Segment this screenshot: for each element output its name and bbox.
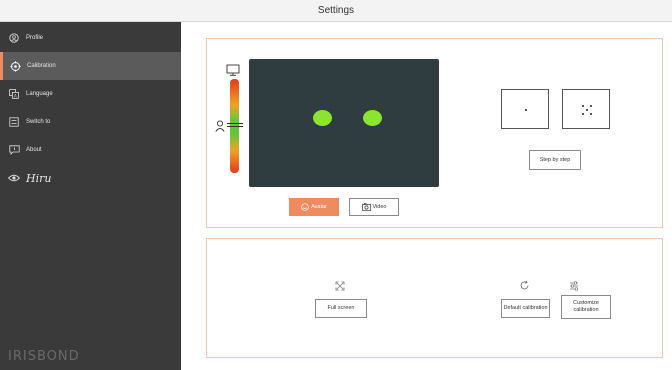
eye-icon [8,172,20,184]
avatar-label: Avatar [311,203,327,210]
sidebar-item-switch-to[interactable]: Switch to [0,108,181,136]
sidebar-item-hiru[interactable]: Hiru [0,164,181,192]
speech-bubble-icon [8,144,20,156]
sidebar-item-calibration[interactable]: Calibration [0,52,181,80]
step-by-step-button[interactable]: Step by step [529,150,581,170]
person-icon [215,119,225,137]
crosshair-icon [9,60,21,72]
calibration-point [590,113,592,115]
eye-tracking-preview [249,59,439,187]
calibration-panel-bottom: Full screen Default calibration Customiz… [206,238,663,358]
person-circle-icon [8,32,20,44]
svg-text:A: A [14,93,17,98]
right-eye-indicator [363,110,382,126]
video-button[interactable]: Video [349,198,399,216]
customize-calibration-button[interactable]: Customize calibration [561,295,611,319]
switch-icon [8,116,20,128]
video-label: Video [372,203,387,210]
calibration-point [582,113,584,115]
refresh-icon [518,280,530,293]
calibration-main: Avatar Video Step by step Full screen De… [181,22,672,370]
calibration-point [590,105,592,107]
sidebar-item-profile[interactable]: Profile [0,24,181,52]
default-calibration-button[interactable]: Default calibration [501,299,550,318]
calibration-point [525,109,527,111]
sidebar-item-language[interactable]: A Language [0,80,181,108]
settings-window: Settings Profile Calibration A Language … [0,0,672,370]
language-icon: A [8,88,20,100]
sidebar-item-label: Calibration [27,63,56,69]
sidebar-item-label: Profile [26,35,44,41]
brand-logo: IRISBOND [8,349,80,364]
sidebar-item-about[interactable]: About [0,136,181,164]
single-point-preview[interactable] [501,89,549,129]
sidebar: Profile Calibration A Language Switch to… [0,22,181,370]
camera-icon [361,203,371,211]
sidebar-item-label: Switch to [26,119,51,125]
sidebar-item-label: Hiru [26,171,52,185]
calibration-point [586,109,588,111]
position-marker [227,123,243,127]
sidebar-item-label: Language [26,91,53,97]
expand-icon [334,281,346,293]
left-eye-indicator [313,110,332,126]
sidebar-item-label: About [26,147,42,153]
full-screen-button[interactable]: Full screen [315,299,367,318]
window-title: Settings [0,0,672,22]
calibration-point [582,105,584,107]
smiley-icon [301,203,309,211]
multi-point-preview[interactable] [562,89,610,129]
avatar-button[interactable]: Avatar [289,198,339,216]
calibration-panel-top: Avatar Video Step by step [206,38,663,228]
sliders-icon [568,281,580,293]
